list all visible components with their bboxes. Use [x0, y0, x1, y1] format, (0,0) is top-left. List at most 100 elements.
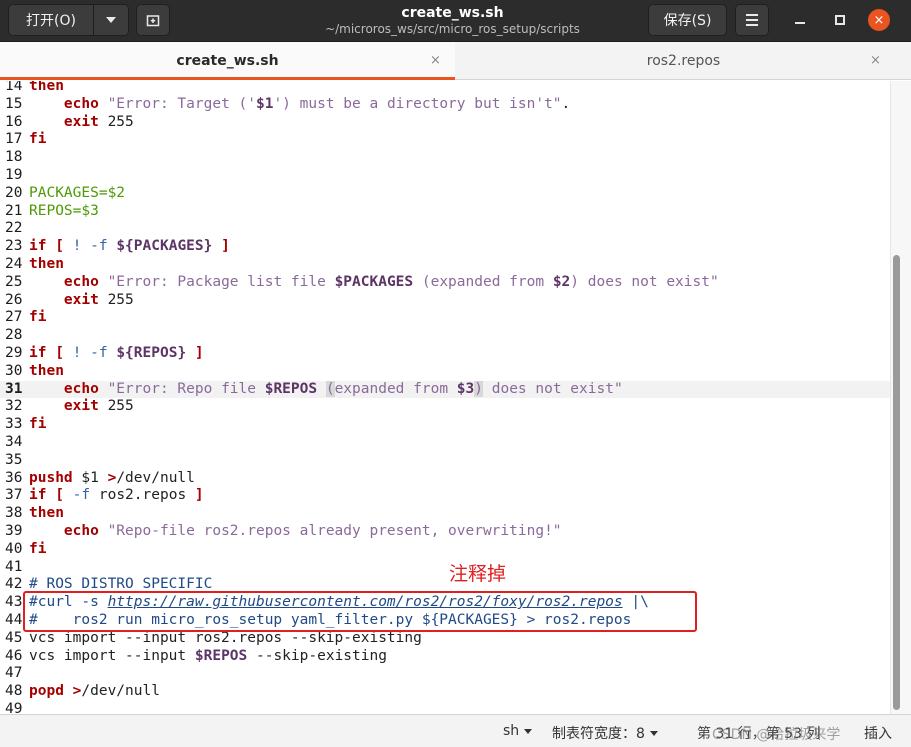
code-token: =$2 [98, 184, 126, 201]
code-line[interactable]: 18 [0, 149, 890, 167]
code-line[interactable]: 17 fi [0, 131, 890, 149]
code-line[interactable]: 37 if [ -f ros2.repos ] [0, 487, 890, 505]
code-line[interactable]: 38 then [0, 505, 890, 523]
code-line[interactable]: 40 fi [0, 541, 890, 559]
code-token: fi [29, 309, 47, 326]
code-line[interactable]: 33 fi [0, 416, 890, 434]
insert-mode-indicator[interactable]: 插入 [864, 723, 892, 743]
code-token: vcs import --input ros2.repos --skip-exi… [29, 629, 422, 646]
code-line[interactable]: 36 pushd $1 >/dev/null [0, 470, 890, 488]
code-line[interactable]: 23 if [ ! -f ${PACKAGES} ] [0, 238, 890, 256]
code-token: PACKAGES [29, 184, 99, 201]
chevron-down-icon [106, 17, 116, 23]
new-tab-button[interactable] [136, 4, 170, 36]
code-line[interactable]: 35 [0, 452, 890, 470]
close-icon: × [873, 12, 885, 28]
code-line[interactable]: 45 vcs import --input ros2.repos --skip-e… [0, 630, 890, 648]
line-number: 15 [5, 95, 23, 112]
code-token: does not exist" [483, 380, 623, 397]
tab-close-icon[interactable]: × [870, 53, 881, 68]
tab-create-ws-sh[interactable]: create_ws.sh × [0, 42, 455, 80]
minimize-button[interactable] [789, 9, 811, 31]
line-number: 23 [5, 238, 23, 255]
code-line[interactable]: 22 [0, 220, 890, 238]
code-line[interactable]: 19 [0, 167, 890, 185]
code-token: pushd [29, 469, 73, 486]
code-line[interactable]: 31 echo "Error: Repo file $REPOS (expand… [0, 380, 890, 399]
code-line[interactable]: 26 exit 255 [0, 292, 890, 310]
code-token: ) [474, 380, 483, 397]
code-token: exit [63, 291, 99, 308]
open-recent-dropdown-button[interactable] [93, 4, 129, 36]
line-code: fi [29, 309, 46, 327]
save-button[interactable]: 保存(S) [648, 4, 727, 36]
code-line[interactable]: 30 then [0, 363, 890, 381]
code-line[interactable]: 25 echo "Error: Package list file $PACKA… [0, 274, 890, 292]
line-code: if [ -f ros2.repos ] [29, 487, 204, 505]
code-token: echo [63, 523, 99, 539]
line-number: 28 [5, 327, 23, 344]
code-line[interactable]: 16 exit 255 [0, 114, 890, 132]
code-token: vcs import --input [29, 647, 195, 664]
code-token: [ [55, 238, 64, 255]
code-line[interactable]: 39 echo "Repo-file ros2.repos already pr… [0, 523, 890, 541]
code-line[interactable]: 28 [0, 327, 890, 345]
tab-width-selector[interactable]: 制表符宽度：8 [552, 723, 658, 743]
code-line[interactable]: 49 [0, 701, 890, 714]
code-line[interactable]: 47 [0, 665, 890, 683]
chevron-down-icon [524, 728, 533, 734]
watermark-text: CSDN @拾拉圾来学 [712, 727, 841, 743]
code-line[interactable]: 32 exit 255 [0, 398, 890, 416]
code-line[interactable]: 46 vcs import --input $REPOS --skip-exist… [0, 648, 890, 666]
line-code: echo "Error: Repo file $REPOS (expanded … [29, 380, 623, 399]
code-line[interactable]: 27 fi [0, 309, 890, 327]
line-number: 16 [5, 113, 23, 130]
scrollbar-thumb[interactable] [893, 255, 900, 710]
line-code: fi [29, 541, 46, 559]
code-line[interactable]: 34 [0, 434, 890, 452]
line-number: 27 [5, 309, 23, 326]
maximize-button[interactable] [829, 9, 851, 31]
line-number: 19 [5, 167, 23, 183]
code-token: REPOS [133, 345, 178, 361]
code-line[interactable]: 29 if [ ! -f ${REPOS} ] [0, 345, 890, 363]
code-token: then [29, 362, 64, 379]
code-line[interactable]: 48 popd >/dev/null [0, 683, 890, 701]
line-number: 29 [5, 345, 23, 361]
minimize-icon [795, 22, 805, 24]
line-number: 31 [5, 380, 23, 397]
line-code: exit 255 [29, 398, 134, 416]
line-code: echo "Error: Target ('$1') must be a dir… [29, 96, 570, 114]
code-token: $REPOS [264, 380, 318, 397]
code-line[interactable]: 24 then [0, 256, 890, 274]
code-line[interactable]: 14 then [0, 81, 890, 96]
header-bar: 打开(O) create_ws.sh ~/microros_ws/src/mic… [0, 0, 911, 42]
line-number: 48 [5, 683, 23, 700]
open-button[interactable]: 打开(O) [8, 4, 94, 36]
code-line[interactable]: 21 REPOS=$3 [0, 203, 890, 221]
window-subtitle-path: ~/microros_ws/src/micro_ros_setup/script… [325, 22, 580, 36]
line-number: 14 [5, 81, 23, 94]
code-line[interactable]: 20 PACKAGES=$2 [0, 185, 890, 203]
new-document-icon [146, 15, 160, 27]
line-number: 36 [5, 469, 23, 486]
hamburger-menu-button[interactable] [735, 4, 769, 36]
tab-ros2-repos[interactable]: ros2.repos × [456, 42, 911, 80]
close-window-button[interactable]: × [868, 9, 890, 31]
code-line[interactable]: 41 [0, 559, 890, 577]
code-token: # ROS DISTRO SPECIFIC [29, 576, 213, 593]
code-token: [ [55, 345, 64, 361]
line-number: 44 [5, 612, 23, 628]
language-selector[interactable]: sh [503, 723, 533, 739]
tab-close-icon[interactable]: × [430, 53, 441, 68]
line-code: popd >/dev/null [29, 683, 160, 701]
code-token: "Repo-file ros2.repos already present, o… [107, 523, 562, 539]
code-line[interactable]: 15 echo "Error: Target ('$1') must be a … [0, 96, 890, 114]
line-number: 40 [5, 540, 23, 557]
